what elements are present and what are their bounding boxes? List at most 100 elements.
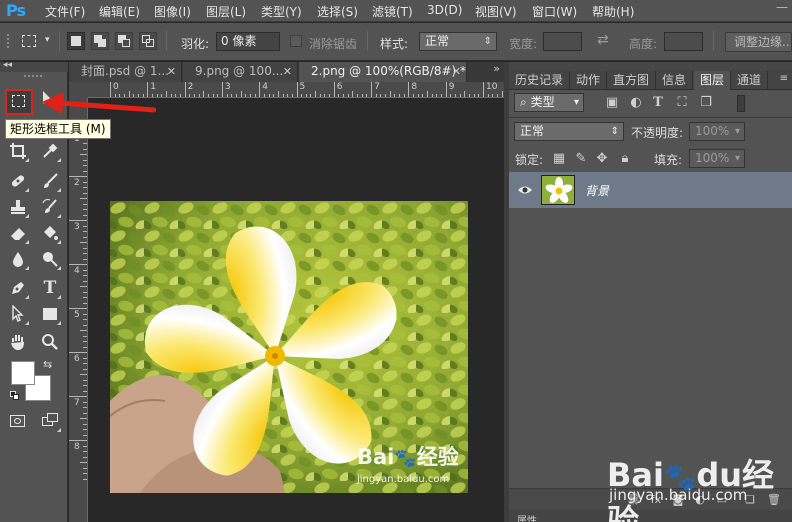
collapse-panel-icon[interactable]: ◂◂: [3, 60, 12, 70]
ruler-minor-tick: [83, 423, 87, 425]
pixel-filter-icon[interactable]: ▣: [604, 95, 620, 111]
healing-brush-tool[interactable]: [7, 170, 29, 192]
eye-icon[interactable]: [517, 182, 533, 198]
lock-pixels-icon[interactable]: ✎: [573, 151, 589, 167]
menu-select[interactable]: 选择(S): [317, 3, 358, 20]
preset-dropdown-icon[interactable]: ▾: [45, 35, 50, 45]
ruler-minor-tick: [83, 291, 87, 293]
crop-tool[interactable]: [7, 140, 29, 162]
ruler-minor-tick: [83, 401, 87, 403]
close-icon[interactable]: ✕: [452, 62, 461, 81]
menu-type[interactable]: 类型(Y): [261, 3, 302, 20]
ruler-label: 2: [187, 82, 194, 92]
tab-histogram[interactable]: 直方图: [607, 71, 657, 90]
refine-edge-button[interactable]: 调整边缘...: [725, 32, 792, 52]
layer-thumbnail: [541, 175, 575, 205]
hand-tool[interactable]: [7, 331, 29, 353]
lock-transparency-icon[interactable]: ▦: [551, 151, 567, 167]
lock-all-icon[interactable]: 🔒︎: [617, 151, 633, 167]
doc-tab-2png[interactable]: 2.png @ 100%(RGB/8#) * ✕: [299, 62, 467, 82]
eraser-tool[interactable]: [7, 222, 29, 244]
ruler-tick: [69, 440, 87, 441]
height-input[interactable]: [664, 32, 703, 51]
rect-marquee-tool[interactable]: [5, 89, 33, 115]
ruler-minor-tick: [385, 94, 387, 97]
style-select[interactable]: 正常: [419, 32, 497, 51]
panel-header[interactable]: [509, 62, 792, 71]
rectangle-tool[interactable]: [39, 303, 61, 325]
default-colors-icon[interactable]: [10, 391, 20, 401]
brush-tool[interactable]: [39, 170, 61, 192]
filter-toggle-switch[interactable]: [737, 95, 745, 112]
tab-channels[interactable]: 通道: [731, 71, 769, 90]
marquee-preset-icon[interactable]: [22, 35, 36, 47]
shape-filter-icon[interactable]: ⛶: [674, 95, 690, 111]
menu-layer[interactable]: 图层(L): [206, 3, 246, 20]
tab-layers[interactable]: 图层: [694, 71, 732, 90]
lock-position-icon[interactable]: ✥: [594, 151, 610, 167]
pen-tool[interactable]: [7, 277, 29, 299]
swap-colors-icon[interactable]: ⇆: [43, 358, 52, 371]
tab-properties[interactable]: 属性: [517, 512, 537, 522]
menu-filter[interactable]: 滤镜(T): [372, 3, 413, 20]
subtract-selection-button[interactable]: [115, 32, 133, 50]
quick-mask-button[interactable]: [7, 410, 29, 432]
ruler-label: 4: [74, 266, 80, 276]
ruler-minor-tick: [324, 94, 326, 97]
menu-file[interactable]: 文件(F): [45, 3, 85, 20]
menu-image[interactable]: 图像(I): [154, 3, 191, 20]
clone-stamp-tool[interactable]: [7, 196, 29, 218]
ruler-minor-tick: [83, 335, 87, 337]
eyedropper-tool[interactable]: [39, 140, 61, 162]
menu-view[interactable]: 视图(V): [475, 3, 517, 20]
paint-bucket-tool[interactable]: [39, 222, 61, 244]
adjustment-filter-icon[interactable]: ◐: [628, 95, 644, 111]
opacity-input[interactable]: 100% ▾: [689, 122, 745, 141]
blend-mode-select[interactable]: 正常 ⇕: [514, 122, 624, 141]
history-brush-tool[interactable]: [39, 196, 61, 218]
swap-dimensions-icon[interactable]: ⇄: [597, 32, 609, 48]
layer-name[interactable]: 背景: [585, 182, 609, 199]
panel-menu-icon[interactable]: ≡: [780, 73, 788, 84]
tab-info[interactable]: 信息: [656, 71, 694, 90]
tabs-overflow-icon[interactable]: »: [493, 62, 500, 75]
doc-tab-cover[interactable]: 封面.psd @ 1... ✕: [69, 62, 182, 82]
screen-mode-button[interactable]: [39, 410, 61, 432]
ruler-minor-tick: [83, 214, 87, 216]
ruler-minor-tick: [83, 451, 87, 452]
doc-tab-9png[interactable]: 9.png @ 100... ✕: [183, 62, 298, 82]
tab-history[interactable]: 历史记录: [509, 71, 571, 90]
dodge-tool[interactable]: [39, 248, 61, 270]
type-tool[interactable]: T: [39, 277, 61, 299]
ruler-minor-tick: [83, 203, 87, 205]
smart-object-filter-icon[interactable]: ❐: [698, 95, 714, 111]
close-icon[interactable]: ✕: [167, 62, 176, 81]
foreground-color-swatch[interactable]: [11, 361, 35, 385]
type-filter-icon[interactable]: T: [650, 95, 666, 111]
antialias-checkbox[interactable]: [290, 35, 302, 47]
vertical-ruler[interactable]: 12345678: [69, 98, 88, 522]
blur-tool[interactable]: [7, 248, 29, 270]
layer-filter-select[interactable]: ⌕ 类型 ▾: [514, 93, 584, 112]
close-icon[interactable]: ✕: [283, 62, 292, 81]
ruler-minor-tick: [83, 390, 87, 392]
path-selection-tool[interactable]: [7, 303, 29, 325]
menu-edit[interactable]: 编辑(E): [99, 3, 140, 20]
minimize-icon[interactable]: —: [776, 0, 788, 14]
feather-input[interactable]: 0 像素: [216, 32, 280, 51]
ruler-minor-tick: [189, 94, 191, 97]
layer-row-background[interactable]: 背景: [509, 172, 792, 208]
zoom-tool[interactable]: [39, 331, 61, 353]
fill-input[interactable]: 100% ▾: [689, 149, 745, 168]
toolbox-header[interactable]: ◂◂: [0, 60, 68, 72]
new-selection-button[interactable]: [67, 32, 85, 50]
ruler-minor-tick: [464, 91, 466, 97]
menu-help[interactable]: 帮助(H): [592, 3, 634, 20]
menu-3d[interactable]: 3D(D): [427, 3, 462, 17]
menu-window[interactable]: 窗口(W): [532, 3, 577, 20]
intersect-selection-button[interactable]: [139, 32, 157, 50]
width-input[interactable]: [543, 32, 582, 51]
tab-actions[interactable]: 动作: [570, 71, 608, 90]
ruler-minor-tick: [83, 236, 87, 238]
add-selection-button[interactable]: [91, 32, 109, 50]
